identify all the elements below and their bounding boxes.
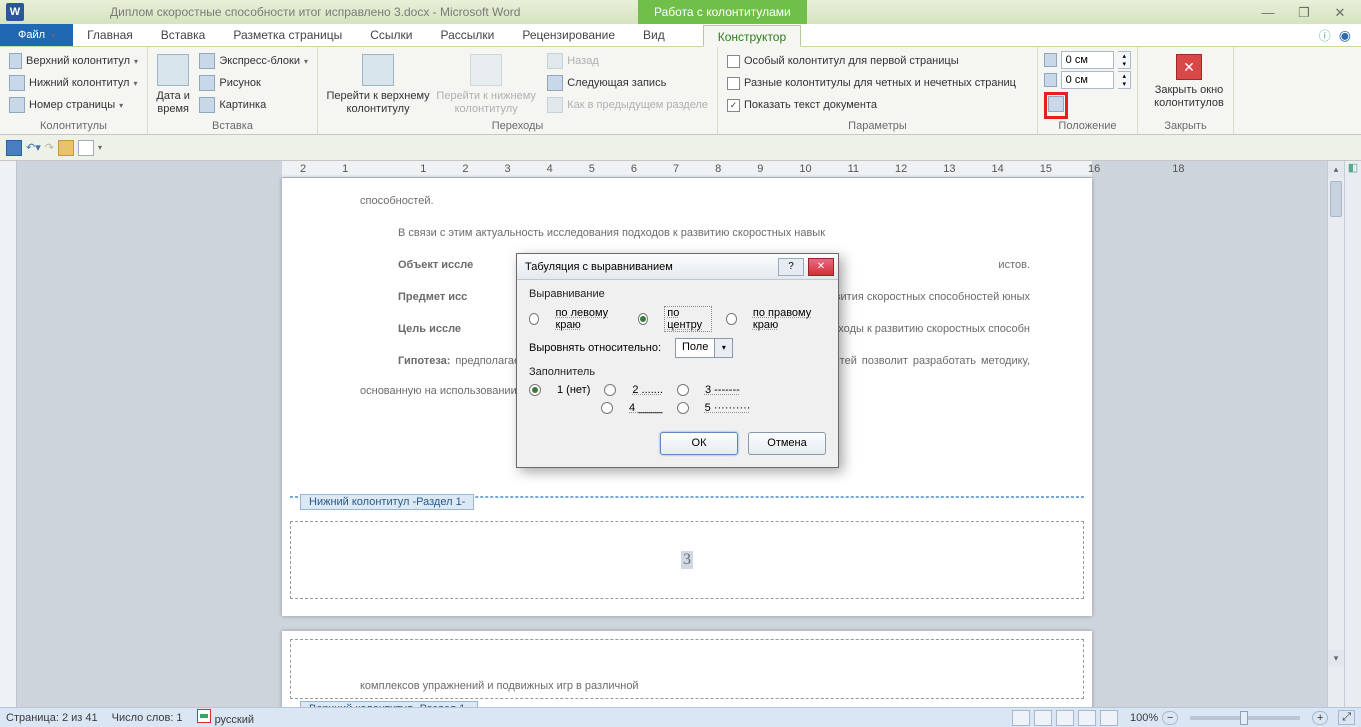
quick-access-toolbar: ↶▾ ↷ ▾ <box>0 135 1361 161</box>
footer-button[interactable]: Нижний колонтитул▾ <box>6 72 141 94</box>
next-button[interactable]: Следующая запись <box>544 72 711 94</box>
ribbon-tabs: Файл▾ Главная Вставка Разметка страницы … <box>0 24 1361 47</box>
insert-alignment-tab-button[interactable] <box>1044 92 1068 119</box>
group-label: Переходы <box>318 120 717 132</box>
redo-icon[interactable]: ↷ <box>45 141 54 154</box>
align-left-radio[interactable] <box>529 313 539 325</box>
language-icon <box>197 709 211 723</box>
tab-home[interactable]: Главная <box>73 24 147 46</box>
zoom-in-icon[interactable]: + <box>1312 711 1328 725</box>
scroll-thumb[interactable] <box>1330 181 1342 217</box>
page-status[interactable]: Страница: 2 из 41 <box>6 712 98 724</box>
group-label: Положение <box>1038 120 1137 132</box>
ribbon: Верхний колонтитул▾ Нижний колонтитул▾ Н… <box>0 47 1361 135</box>
alignment-label: Выравнивание <box>529 288 826 300</box>
side-tools: ◧ <box>1344 161 1361 707</box>
ok-button[interactable]: ОК <box>660 432 738 455</box>
help-icon[interactable]: ◉ <box>1339 27 1351 44</box>
leader-1-radio[interactable] <box>529 384 541 396</box>
web-layout-view-icon[interactable] <box>1056 710 1074 726</box>
tab-insert[interactable]: Вставка <box>147 24 220 46</box>
tab-layout[interactable]: Разметка страницы <box>219 24 356 46</box>
footer-from-bottom[interactable]: 0 см▴▾ <box>1044 70 1131 90</box>
tab-design[interactable]: Конструктор <box>703 25 801 47</box>
outline-view-icon[interactable] <box>1078 710 1096 726</box>
dialog-title: Табуляция с выравниванием <box>525 261 673 273</box>
vertical-scrollbar[interactable]: ▴ ▾ <box>1327 161 1344 707</box>
draft-view-icon[interactable] <box>1100 710 1118 726</box>
document-title: Диплом скоростные способности итог испра… <box>110 5 520 19</box>
relative-to-combo[interactable]: Поле▾ <box>675 338 733 358</box>
save-icon[interactable] <box>6 140 22 156</box>
dialog-titlebar[interactable]: Табуляция с выравниванием ? ✕ <box>517 254 838 280</box>
tab-review[interactable]: Рецензирование <box>508 24 629 46</box>
page[interactable]: Верхний колонтитул -Раздел 1- комплексов… <box>282 631 1092 707</box>
zoom-out-icon[interactable]: − <box>1162 711 1178 725</box>
footer-area[interactable]: Нижний колонтитул -Раздел 1- 3 <box>290 496 1084 616</box>
tab-refs[interactable]: Ссылки <box>356 24 426 46</box>
zoom-level[interactable]: 100% <box>1130 712 1158 724</box>
tab-mail[interactable]: Рассылки <box>426 24 508 46</box>
zoom-slider[interactable] <box>1190 716 1300 720</box>
show-document-checkbox[interactable]: ✓Показать текст документа <box>724 94 1031 116</box>
quick-parts-button[interactable]: Экспресс-блоки▾ <box>196 50 311 72</box>
close-header-footer-button[interactable]: ✕Закрыть окно колонтитулов <box>1144 50 1234 110</box>
scroll-down-icon[interactable]: ▾ <box>1328 650 1344 667</box>
odd-even-checkbox[interactable]: Разные колонтитулы для четных и нечетных… <box>724 72 1031 94</box>
word-icon: W <box>6 3 24 21</box>
align-center-radio[interactable] <box>638 313 648 325</box>
alignment-tab-dialog: Табуляция с выравниванием ? ✕ Выравниван… <box>516 253 839 468</box>
dialog-help-icon[interactable]: ? <box>778 258 804 276</box>
word-count[interactable]: Число слов: 1 <box>112 712 183 724</box>
group-label: Закрыть <box>1138 120 1233 132</box>
minimize-icon[interactable]: — <box>1259 5 1277 19</box>
leader-4-radio[interactable] <box>601 402 613 414</box>
minimize-ribbon-icon[interactable]: ⓘ <box>1319 27 1331 44</box>
status-bar: Страница: 2 из 41 Число слов: 1 русский … <box>0 707 1361 727</box>
close-icon[interactable]: ✕ <box>1331 5 1349 19</box>
horizontal-ruler[interactable]: 211234567891011121314151618 <box>282 161 1092 178</box>
undo-icon[interactable]: ↶▾ <box>26 141 41 154</box>
page-number[interactable]: 3 <box>681 551 693 569</box>
relative-to-label: Выровнять относительно: <box>529 342 661 354</box>
leader-5-radio[interactable] <box>677 402 689 414</box>
open-icon[interactable] <box>58 140 74 156</box>
footer-tag: Нижний колонтитул -Раздел 1- <box>300 494 474 510</box>
full-screen-view-icon[interactable] <box>1034 710 1052 726</box>
ruler-toggle-icon[interactable]: ◧ <box>1345 161 1361 178</box>
header-button[interactable]: Верхний колонтитул▾ <box>6 50 141 72</box>
vertical-ruler[interactable] <box>0 161 17 707</box>
qat-customize-icon[interactable]: ▾ <box>98 143 102 152</box>
link-previous-button: Как в предыдущем разделе <box>544 94 711 116</box>
group-label: Параметры <box>718 120 1037 132</box>
align-right-radio[interactable] <box>726 313 736 325</box>
language-status[interactable]: русский <box>197 709 254 726</box>
leader-3-radio[interactable] <box>677 384 689 396</box>
new-icon[interactable] <box>78 140 94 156</box>
different-first-checkbox[interactable]: Особый колонтитул для первой страницы <box>724 50 1031 72</box>
restore-icon[interactable]: ❐ <box>1295 5 1313 19</box>
tab-view[interactable]: Вид <box>629 24 679 46</box>
scroll-up-icon[interactable]: ▴ <box>1328 161 1344 178</box>
leader-label: Заполнитель <box>529 366 826 378</box>
header-from-top[interactable]: 0 см▴▾ <box>1044 50 1131 70</box>
group-label: Вставка <box>148 120 317 132</box>
dialog-close-icon[interactable]: ✕ <box>808 258 834 276</box>
fit-icon[interactable]: ⤢ <box>1338 710 1355 725</box>
page-number-button[interactable]: Номер страницы▾ <box>6 94 141 116</box>
group-label: Колонтитулы <box>0 120 147 132</box>
file-tab[interactable]: Файл▾ <box>0 24 73 46</box>
title-bar: W Диплом скоростные способности итог исп… <box>0 0 1361 24</box>
cancel-button[interactable]: Отмена <box>748 432 826 455</box>
contextual-tab-label: Работа с колонтитулами <box>638 0 807 24</box>
picture-button[interactable]: Рисунок <box>196 72 311 94</box>
print-layout-view-icon[interactable] <box>1012 710 1030 726</box>
leader-2-radio[interactable] <box>604 384 616 396</box>
clipart-button[interactable]: Картинка <box>196 94 311 116</box>
previous-button: Назад <box>544 50 711 72</box>
